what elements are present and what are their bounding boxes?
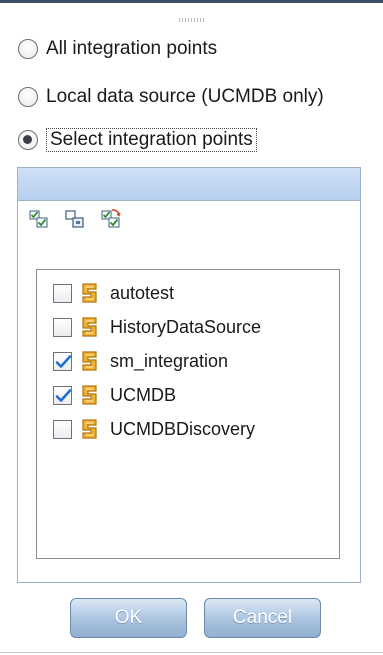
list-item-label: sm_integration	[110, 350, 229, 371]
integration-point-icon	[82, 317, 97, 337]
list-item[interactable]: autotest	[53, 280, 174, 306]
check-icon	[55, 388, 72, 402]
list-item-label: UCMDBDiscovery	[110, 418, 256, 439]
list-item[interactable]: sm_integration	[53, 348, 228, 374]
integration-point-icon	[82, 283, 97, 303]
integration-points-list[interactable]: autotest HistoryDataSource sm_integratio…	[36, 269, 340, 559]
radio-label: Local data source (UCMDB only)	[46, 86, 324, 107]
window-top-border	[0, 0, 383, 8]
list-item-label: UCMDB	[110, 384, 176, 405]
resize-grip[interactable]	[179, 18, 205, 22]
list-item[interactable]: HistoryDataSource	[53, 314, 261, 340]
list-item-label: autotest	[110, 282, 175, 303]
checkbox-sm-integration[interactable]	[53, 351, 72, 371]
cancel-button[interactable]: Cancel	[204, 598, 321, 638]
check-icon	[55, 354, 72, 368]
radio-select-integration-points[interactable]: Select integration points	[18, 128, 257, 152]
list-item-label: HistoryDataSource	[110, 316, 262, 337]
radio-local-data-source[interactable]: Local data source (UCMDB only)	[18, 86, 324, 108]
select-all-icon[interactable]	[28, 208, 50, 230]
radio-button-selected[interactable]	[18, 130, 38, 150]
integration-point-icon	[82, 351, 97, 371]
clear-selection-icon[interactable]	[64, 208, 86, 230]
list-item[interactable]: UCMDB	[53, 382, 176, 408]
radio-label: Select integration points	[46, 128, 257, 152]
checkbox-history-data-source[interactable]	[53, 317, 72, 337]
radio-button[interactable]	[18, 39, 38, 59]
divider	[0, 652, 383, 653]
radio-button[interactable]	[18, 87, 38, 107]
checkbox-autotest[interactable]	[53, 283, 72, 303]
checkbox-ucmdb-discovery[interactable]	[53, 419, 72, 439]
ok-button[interactable]: OK	[70, 598, 187, 638]
selection-toolbar	[28, 208, 122, 230]
panel-header	[18, 168, 360, 201]
integration-points-panel: autotest HistoryDataSource sm_integratio…	[17, 167, 361, 583]
radio-label: All integration points	[46, 38, 218, 59]
checkbox-ucmdb[interactable]	[53, 385, 72, 405]
radio-all-integration-points[interactable]: All integration points	[18, 38, 217, 60]
refresh-selection-icon[interactable]	[100, 208, 122, 230]
integration-point-icon	[82, 385, 97, 405]
list-item[interactable]: UCMDBDiscovery	[53, 416, 255, 442]
integration-point-icon	[82, 419, 97, 439]
